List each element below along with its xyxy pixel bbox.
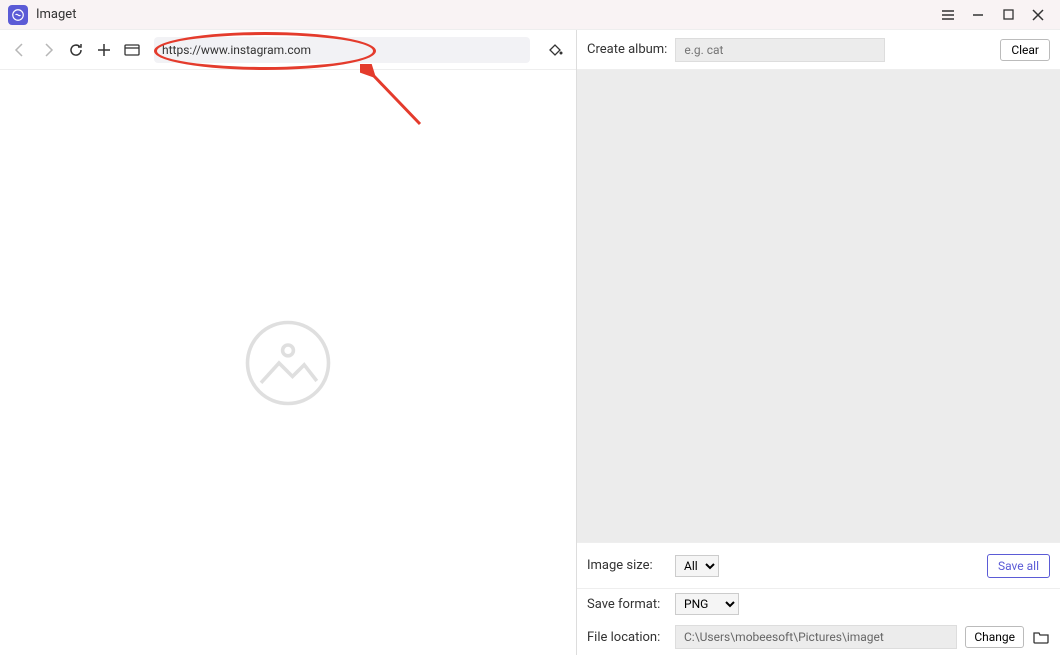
window-controls [940,7,1052,23]
url-bar[interactable] [154,37,530,63]
browser-panel [0,30,577,655]
color-picker-icon[interactable] [546,40,566,60]
clear-button[interactable]: Clear [1000,39,1050,61]
album-name-input[interactable] [675,38,885,62]
file-location-input[interactable] [675,625,957,649]
titlebar: Imaget [0,0,1060,30]
open-folder-icon[interactable] [1032,628,1050,646]
create-album-label: Create album: [587,42,667,57]
add-tab-icon[interactable] [94,40,114,60]
window-icon[interactable] [122,40,142,60]
save-format-select[interactable]: PNG [675,593,739,615]
image-size-label: Image size: [587,558,667,573]
close-icon[interactable] [1030,7,1046,23]
image-placeholder-icon [243,318,333,408]
reload-icon[interactable] [66,40,86,60]
browser-content-area [0,70,576,655]
maximize-icon[interactable] [1000,7,1016,23]
image-size-select[interactable]: All [675,555,719,577]
app-title: Imaget [36,7,940,22]
image-size-row: Image size: All Save all [577,542,1060,588]
save-all-button[interactable]: Save all [987,554,1050,578]
menu-icon[interactable] [940,7,956,23]
album-row: Create album: Clear [577,30,1060,70]
back-icon[interactable] [10,40,30,60]
minimize-icon[interactable] [970,7,986,23]
file-location-label: File location: [587,630,667,645]
browser-toolbar [0,30,576,70]
save-format-label: Save format: [587,597,667,612]
url-input[interactable] [162,43,522,57]
forward-icon[interactable] [38,40,58,60]
app-logo-icon [8,5,28,25]
gallery-area [577,70,1060,542]
sidebar-panel: Create album: Clear Image size: All Save… [577,30,1060,655]
save-settings-row: Save format: PNG File location: Change [577,588,1060,655]
change-button[interactable]: Change [965,626,1024,648]
